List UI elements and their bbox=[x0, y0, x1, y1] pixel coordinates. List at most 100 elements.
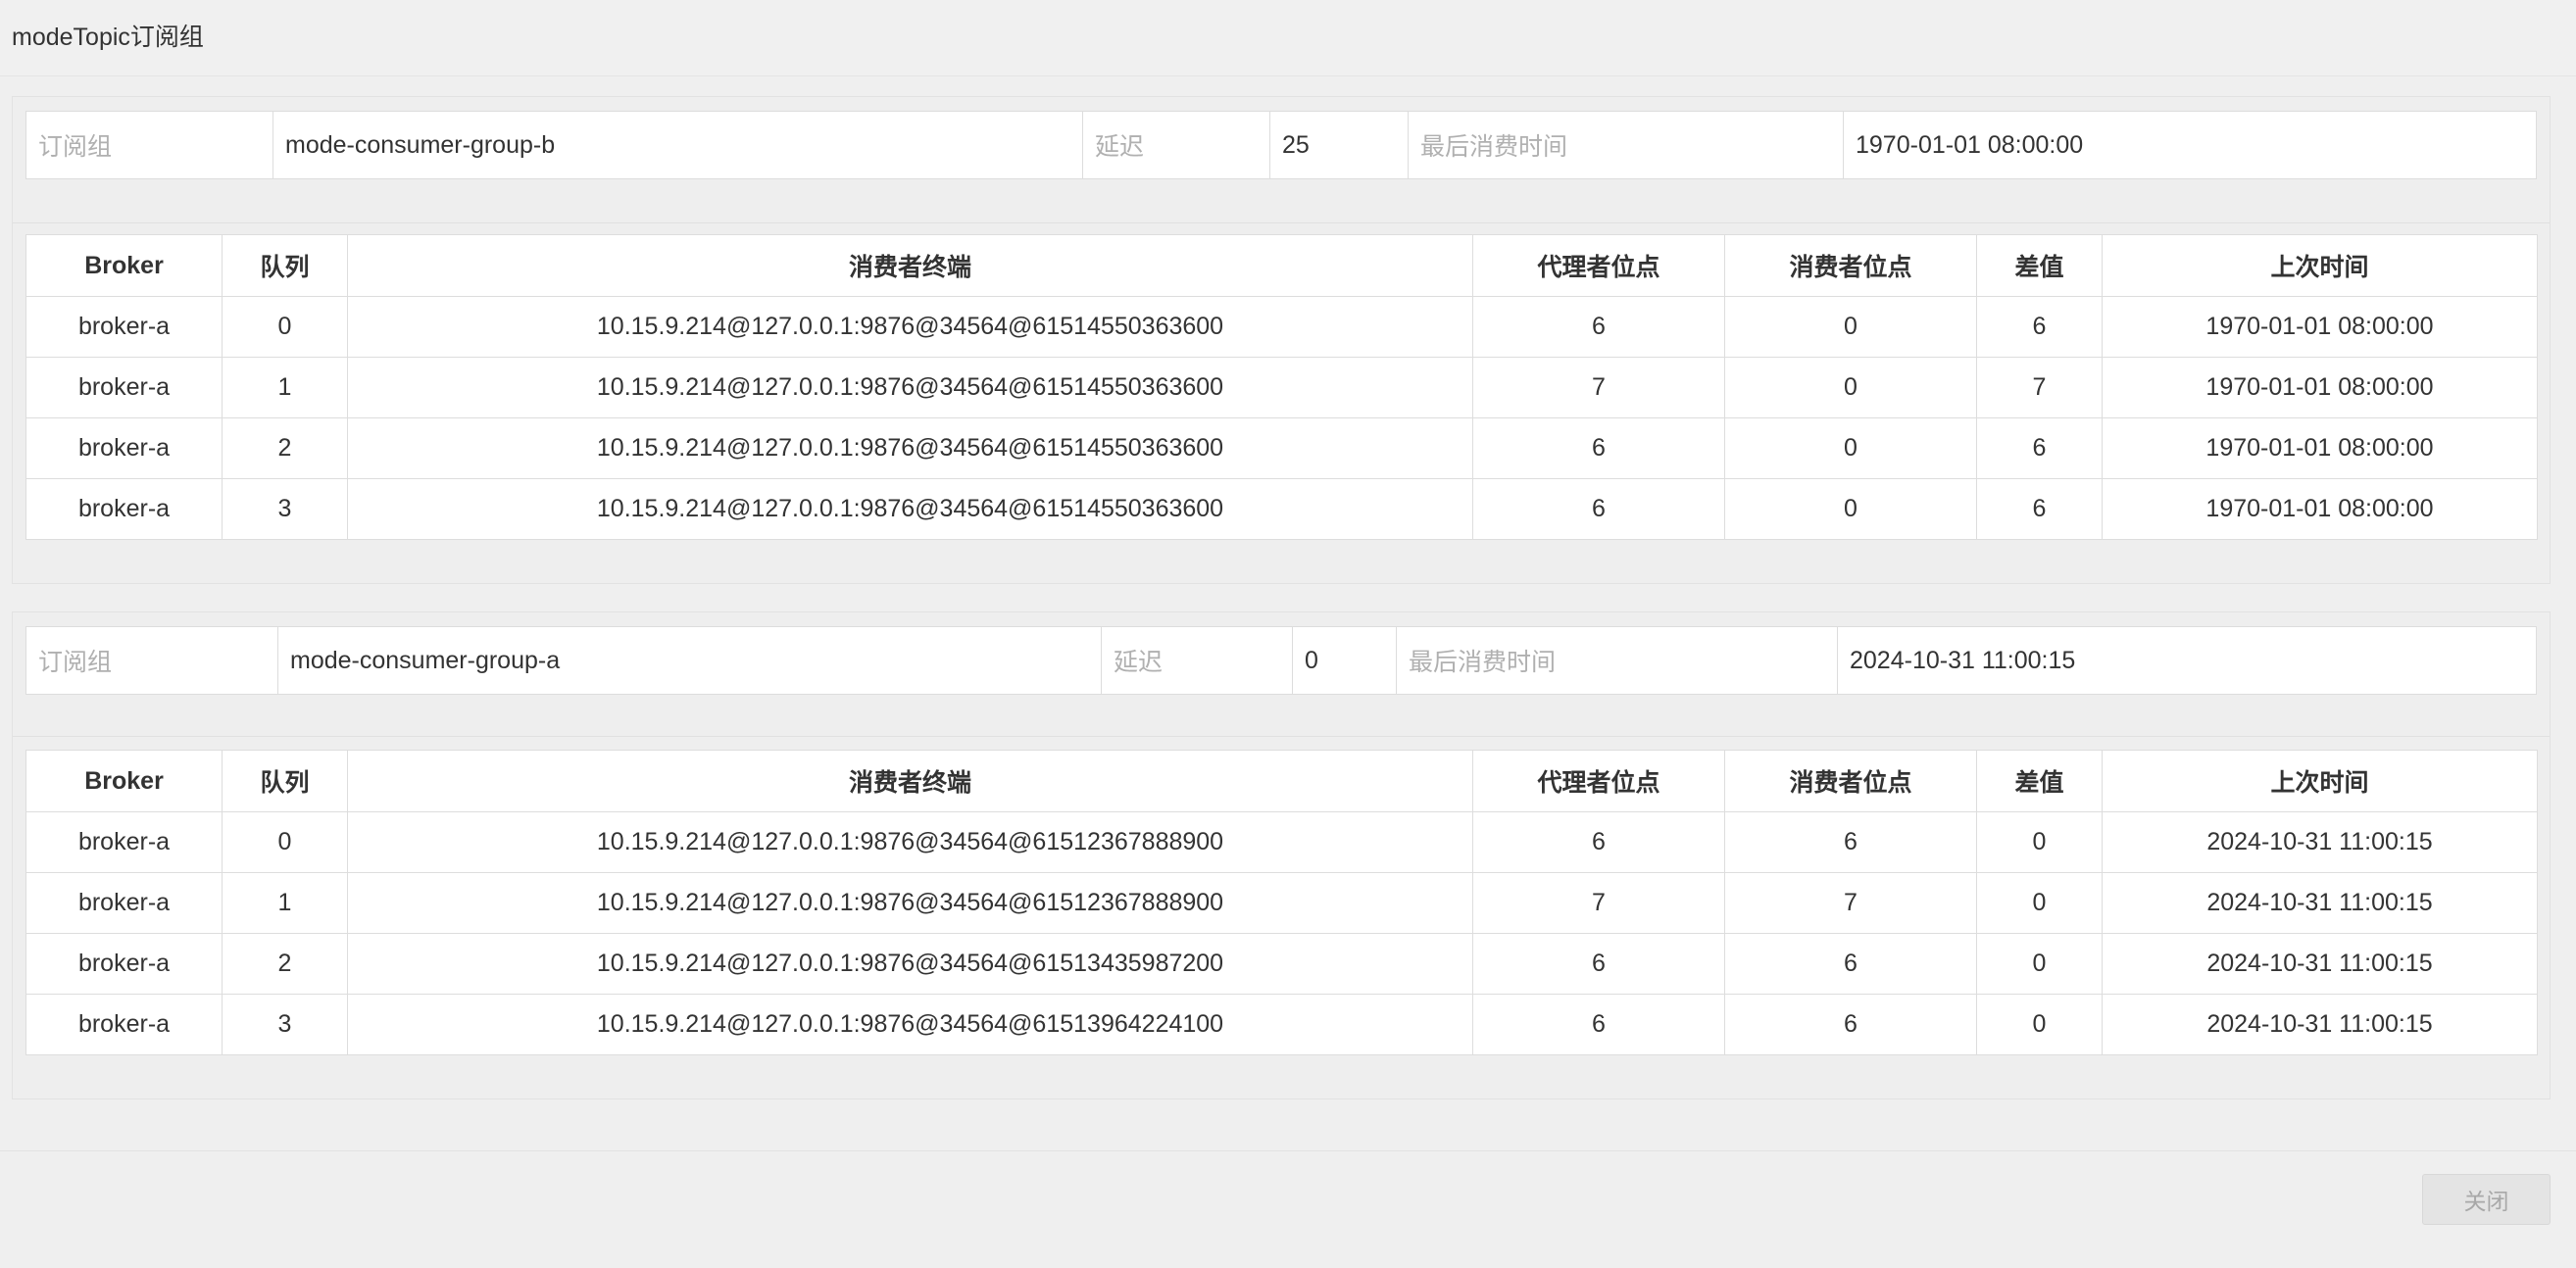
diff-cell: 6 bbox=[1976, 296, 2103, 358]
client-cell: 10.15.9.214@127.0.0.1:9876@34564@6151455… bbox=[347, 296, 1473, 358]
broker-cell: broker-a bbox=[25, 811, 223, 873]
last-consume-time-label: 最后消费时间 bbox=[1397, 627, 1838, 694]
group-value: mode-consumer-group-b bbox=[273, 112, 1083, 178]
broker-cell: broker-a bbox=[25, 417, 223, 479]
delay-label: 延迟 bbox=[1102, 627, 1293, 694]
header-queue: 队列 bbox=[222, 234, 348, 297]
last-time-cell: 2024-10-31 11:00:15 bbox=[2102, 994, 2538, 1055]
consumer-offset-table: Broker 队列 消费者终端 代理者位点 消费者位点 差值 上次时间 brok… bbox=[25, 234, 2538, 540]
table-row: broker-a 0 10.15.9.214@127.0.0.1:9876@34… bbox=[25, 811, 2538, 873]
table-row: broker-a 2 10.15.9.214@127.0.0.1:9876@34… bbox=[25, 933, 2538, 995]
header-broker: Broker bbox=[25, 234, 223, 297]
header-broker-offset: 代理者位点 bbox=[1472, 750, 1725, 812]
client-cell: 10.15.9.214@127.0.0.1:9876@34564@6151396… bbox=[347, 994, 1473, 1055]
client-cell: 10.15.9.214@127.0.0.1:9876@34564@6151455… bbox=[347, 357, 1473, 418]
delay-value: 25 bbox=[1270, 112, 1409, 178]
last-time-cell: 1970-01-01 08:00:00 bbox=[2102, 357, 2538, 418]
diff-cell: 0 bbox=[1976, 872, 2103, 934]
queue-cell: 1 bbox=[222, 357, 348, 418]
consumer-offset-table: Broker 队列 消费者终端 代理者位点 消费者位点 差值 上次时间 brok… bbox=[25, 750, 2538, 1055]
client-cell: 10.15.9.214@127.0.0.1:9876@34564@6151455… bbox=[347, 478, 1473, 540]
delay-value: 0 bbox=[1293, 627, 1397, 694]
queue-cell: 2 bbox=[222, 933, 348, 995]
table-header-row: Broker 队列 消费者终端 代理者位点 消费者位点 差值 上次时间 bbox=[25, 234, 2538, 297]
queue-cell: 0 bbox=[222, 296, 348, 358]
broker-offset-cell: 7 bbox=[1472, 357, 1725, 418]
header-diff: 差值 bbox=[1976, 234, 2103, 297]
last-consume-time-label: 最后消费时间 bbox=[1409, 112, 1844, 178]
group-label: 订阅组 bbox=[26, 627, 278, 694]
diff-cell: 0 bbox=[1976, 994, 2103, 1055]
queue-cell: 3 bbox=[222, 994, 348, 1055]
broker-cell: broker-a bbox=[25, 296, 223, 358]
panel-divider bbox=[13, 736, 2550, 737]
table-row: broker-a 1 10.15.9.214@127.0.0.1:9876@34… bbox=[25, 357, 2538, 418]
consumer-offset-cell: 7 bbox=[1724, 872, 1977, 934]
header-consumer-client: 消费者终端 bbox=[347, 750, 1473, 812]
last-consume-time-value: 2024-10-31 11:00:15 bbox=[1850, 646, 2076, 674]
delay-label: 延迟 bbox=[1083, 112, 1270, 178]
table-row: broker-a 3 10.15.9.214@127.0.0.1:9876@34… bbox=[25, 994, 2538, 1055]
last-time-cell: 1970-01-01 08:00:00 bbox=[2102, 417, 2538, 479]
broker-cell: broker-a bbox=[25, 933, 223, 995]
group-label: 订阅组 bbox=[26, 112, 273, 178]
queue-cell: 1 bbox=[222, 872, 348, 934]
diff-cell: 0 bbox=[1976, 933, 2103, 995]
last-time-cell: 2024-10-31 11:00:15 bbox=[2102, 933, 2538, 995]
last-consume-time-value: 1970-01-01 08:00:00 bbox=[1856, 130, 2084, 159]
consumer-offset-cell: 6 bbox=[1724, 933, 1977, 995]
header-consumer-offset: 消费者位点 bbox=[1724, 750, 1977, 812]
header-broker-offset: 代理者位点 bbox=[1472, 234, 1725, 297]
broker-cell: broker-a bbox=[25, 478, 223, 540]
table-row: broker-a 1 10.15.9.214@127.0.0.1:9876@34… bbox=[25, 872, 2538, 934]
group-value: mode-consumer-group-a bbox=[278, 627, 1102, 694]
last-time-cell: 1970-01-01 08:00:00 bbox=[2102, 296, 2538, 358]
dialog-header: modeTopic订阅组 bbox=[0, 0, 2576, 76]
header-diff: 差值 bbox=[1976, 750, 2103, 812]
header-last-time: 上次时间 bbox=[2102, 234, 2538, 297]
diff-cell: 6 bbox=[1976, 478, 2103, 540]
group-panel-b: 订阅组 mode-consumer-group-b 延迟 25 最后消费时间 1… bbox=[12, 96, 2551, 584]
client-cell: 10.15.9.214@127.0.0.1:9876@34564@6151236… bbox=[347, 872, 1473, 934]
last-time-cell: 2024-10-31 11:00:15 bbox=[2102, 872, 2538, 934]
table-row: broker-a 0 10.15.9.214@127.0.0.1:9876@34… bbox=[25, 296, 2538, 358]
header-broker: Broker bbox=[25, 750, 223, 812]
close-button[interactable]: 关闭 bbox=[2422, 1174, 2551, 1225]
group-info-row: 订阅组 mode-consumer-group-a 延迟 0 最后消费时间 20… bbox=[25, 626, 2537, 695]
last-time-cell: 2024-10-31 11:00:15 bbox=[2102, 811, 2538, 873]
header-consumer-client: 消费者终端 bbox=[347, 234, 1473, 297]
broker-cell: broker-a bbox=[25, 872, 223, 934]
broker-offset-cell: 6 bbox=[1472, 478, 1725, 540]
broker-offset-cell: 6 bbox=[1472, 933, 1725, 995]
group-info-row: 订阅组 mode-consumer-group-b 延迟 25 最后消费时间 1… bbox=[25, 111, 2537, 179]
queue-cell: 3 bbox=[222, 478, 348, 540]
consumer-offset-cell: 0 bbox=[1724, 478, 1977, 540]
broker-cell: broker-a bbox=[25, 357, 223, 418]
panel-divider bbox=[13, 222, 2550, 223]
header-consumer-offset: 消费者位点 bbox=[1724, 234, 1977, 297]
consumer-offset-cell: 6 bbox=[1724, 994, 1977, 1055]
diff-cell: 7 bbox=[1976, 357, 2103, 418]
consumer-offset-cell: 6 bbox=[1724, 811, 1977, 873]
queue-cell: 0 bbox=[222, 811, 348, 873]
client-cell: 10.15.9.214@127.0.0.1:9876@34564@6151455… bbox=[347, 417, 1473, 479]
broker-cell: broker-a bbox=[25, 994, 223, 1055]
broker-offset-cell: 6 bbox=[1472, 994, 1725, 1055]
dialog-title: modeTopic订阅组 bbox=[12, 24, 204, 51]
client-cell: 10.15.9.214@127.0.0.1:9876@34564@6151343… bbox=[347, 933, 1473, 995]
subscription-group-dialog: modeTopic订阅组 订阅组 mode-consumer-group-b 延… bbox=[0, 0, 2576, 1268]
header-queue: 队列 bbox=[222, 750, 348, 812]
diff-cell: 6 bbox=[1976, 417, 2103, 479]
broker-offset-cell: 6 bbox=[1472, 296, 1725, 358]
header-last-time: 上次时间 bbox=[2102, 750, 2538, 812]
table-header-row: Broker 队列 消费者终端 代理者位点 消费者位点 差值 上次时间 bbox=[25, 750, 2538, 812]
broker-offset-cell: 6 bbox=[1472, 417, 1725, 479]
table-row: broker-a 3 10.15.9.214@127.0.0.1:9876@34… bbox=[25, 478, 2538, 540]
consumer-offset-cell: 0 bbox=[1724, 417, 1977, 479]
broker-offset-cell: 6 bbox=[1472, 811, 1725, 873]
consumer-offset-cell: 0 bbox=[1724, 357, 1977, 418]
diff-cell: 0 bbox=[1976, 811, 2103, 873]
last-time-cell: 1970-01-01 08:00:00 bbox=[2102, 478, 2538, 540]
broker-offset-cell: 7 bbox=[1472, 872, 1725, 934]
group-panel-a: 订阅组 mode-consumer-group-a 延迟 0 最后消费时间 20… bbox=[12, 611, 2551, 1099]
